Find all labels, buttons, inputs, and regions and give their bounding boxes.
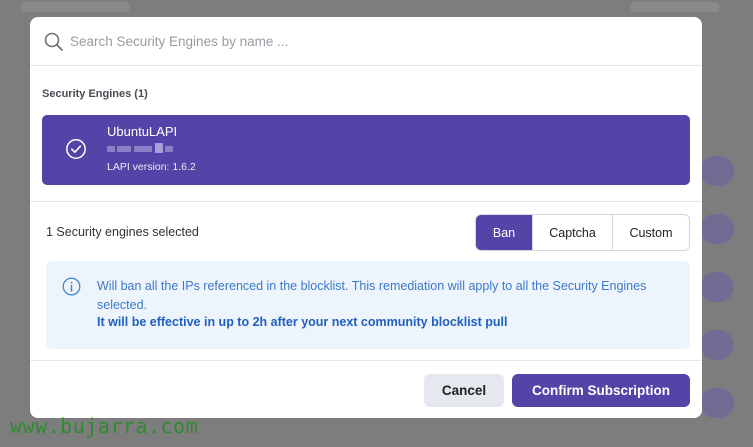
- engine-name: UbuntuLAPI: [107, 124, 178, 139]
- remediation-option-custom[interactable]: Custom: [613, 215, 689, 250]
- info-emphasis: It will be effective in up to 2h after y…: [97, 315, 508, 329]
- confirm-subscription-button[interactable]: Confirm Subscription: [512, 374, 690, 407]
- background-pill: [700, 388, 734, 418]
- info-box: Will ban all the IPs referenced in the b…: [46, 261, 690, 349]
- remediation-option-captcha[interactable]: Captcha: [533, 215, 613, 250]
- info-message: Will ban all the IPs referenced in the b…: [97, 279, 647, 312]
- background-pill: [700, 156, 734, 186]
- background-pill: [700, 272, 734, 302]
- background-pill: [700, 330, 734, 360]
- selected-count: 1 Security engines selected: [46, 225, 199, 239]
- engine-version: LAPI version: 1.6.2: [107, 161, 196, 173]
- background-pill: [700, 214, 734, 244]
- background-placeholder: [20, 2, 130, 12]
- divider: [30, 360, 702, 361]
- section-title: Security Engines (1): [42, 88, 148, 100]
- watermark: www.bujarra.com: [10, 414, 199, 438]
- info-icon: [62, 277, 81, 296]
- remediation-option-ban[interactable]: Ban: [476, 215, 533, 250]
- subscribe-modal: Security Engines (1) UbuntuLAPI LAPI ver…: [30, 17, 702, 418]
- cancel-button[interactable]: Cancel: [424, 374, 504, 407]
- divider: [30, 201, 702, 202]
- check-circle-icon: [65, 138, 87, 160]
- security-engine-item[interactable]: UbuntuLAPI LAPI version: 1.6.2: [42, 115, 690, 185]
- redacted-ip-address: [107, 143, 187, 154]
- remediation-selector: Ban Captcha Custom: [475, 214, 690, 251]
- background-placeholder: [630, 2, 720, 12]
- search-bar: [30, 17, 702, 66]
- search-input[interactable]: [70, 29, 670, 53]
- search-icon: [43, 31, 65, 53]
